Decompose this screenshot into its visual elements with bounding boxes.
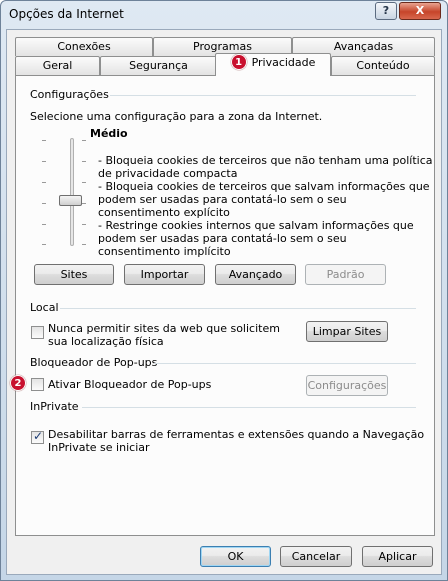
- internet-options-window: Opções da Internet ? X Conexões Programa…: [0, 0, 448, 581]
- description-line: consentimento implícito: [98, 245, 231, 258]
- apply-button[interactable]: Aplicar: [362, 546, 433, 567]
- tab-privacidade[interactable]: 1 Privacidade: [215, 53, 331, 76]
- tab-seguranca[interactable]: Segurança: [100, 56, 217, 75]
- ok-button[interactable]: OK: [200, 546, 271, 567]
- settings-instruction: Selecione uma configuração para a zona d…: [30, 110, 323, 123]
- location-checkbox[interactable]: [31, 326, 44, 339]
- tab-conexoes[interactable]: Conexões: [15, 37, 153, 56]
- settings-divider: [110, 95, 416, 96]
- close-button[interactable]: X: [399, 2, 441, 20]
- description-line: consentimento explícito: [98, 206, 230, 219]
- privacy-slider-thumb[interactable]: [59, 195, 82, 206]
- location-section-title: Local: [30, 301, 59, 314]
- tab-geral[interactable]: Geral: [15, 56, 100, 75]
- description-line: - Restringe cookies internos que salvam …: [98, 219, 414, 232]
- location-checkbox-label: sua localização física: [48, 335, 164, 348]
- inprivate-divider: [82, 407, 416, 408]
- slider-tick: [82, 203, 86, 204]
- help-button[interactable]: ?: [375, 2, 397, 20]
- popup-settings-button[interactable]: Configurações: [306, 375, 388, 396]
- slider-tick: [82, 140, 86, 141]
- clear-sites-button[interactable]: Limpar Sites: [306, 321, 388, 342]
- slider-tick: [42, 140, 46, 141]
- location-checkbox-label: Nunca permitir sites da web que solicite…: [48, 322, 280, 335]
- popup-divider: [154, 363, 416, 364]
- slider-tick: [42, 203, 46, 204]
- description-line: podem ser usadas para contatá-lo sem o s…: [98, 232, 347, 245]
- inprivate-checkbox-label: Desabilitar barras de ferramentas e exte…: [48, 428, 425, 441]
- tab-conteudo[interactable]: Conteúdo: [331, 56, 435, 75]
- description-line: podem ser usadas para contatá-lo sem o s…: [98, 193, 347, 206]
- popup-blocker-checkbox[interactable]: [31, 378, 44, 391]
- inprivate-section-title: InPrivate: [30, 400, 79, 413]
- popup-section-title: Bloqueador de Pop-ups: [30, 356, 158, 369]
- description-line: de privacidade compacta: [98, 167, 238, 180]
- privacy-slider-track[interactable]: [70, 138, 74, 246]
- slider-tick: [42, 161, 46, 162]
- inprivate-checkbox[interactable]: [31, 429, 44, 444]
- slider-tick: [82, 161, 86, 162]
- slider-tick: [82, 224, 86, 225]
- inprivate-checkbox-label: InPrivate se iniciar: [48, 441, 150, 454]
- step-1-badge: 1: [230, 54, 247, 70]
- slider-tick: [42, 224, 46, 225]
- title-bar[interactable]: Opções da Internet ? X: [1, 1, 447, 29]
- import-button[interactable]: Importar: [124, 264, 205, 285]
- slider-tick: [42, 244, 46, 245]
- privacy-tab-panel: Configurações Selecione uma configuração…: [15, 75, 435, 536]
- slider-tick: [42, 182, 46, 183]
- slider-tick: [82, 182, 86, 183]
- tab-privacidade-label: Privacidade: [251, 56, 316, 69]
- slider-tick: [82, 244, 86, 245]
- window-title: Opções da Internet: [9, 7, 124, 21]
- popup-blocker-label: Ativar Bloqueador de Pop-ups: [48, 378, 212, 391]
- cancel-button[interactable]: Cancelar: [280, 546, 352, 567]
- sites-button[interactable]: Sites: [34, 264, 114, 285]
- advanced-button[interactable]: Avançado: [215, 264, 296, 285]
- default-button[interactable]: Padrão: [305, 264, 386, 285]
- settings-section-title: Configurações: [30, 88, 109, 101]
- step-2-badge: 2: [10, 375, 26, 391]
- description-line: - Bloqueia cookies de terceiros que salv…: [98, 180, 430, 193]
- privacy-level: Médio: [90, 127, 128, 140]
- description-line: - Bloqueia cookies de terceiros que não …: [98, 154, 433, 167]
- location-divider: [60, 308, 416, 309]
